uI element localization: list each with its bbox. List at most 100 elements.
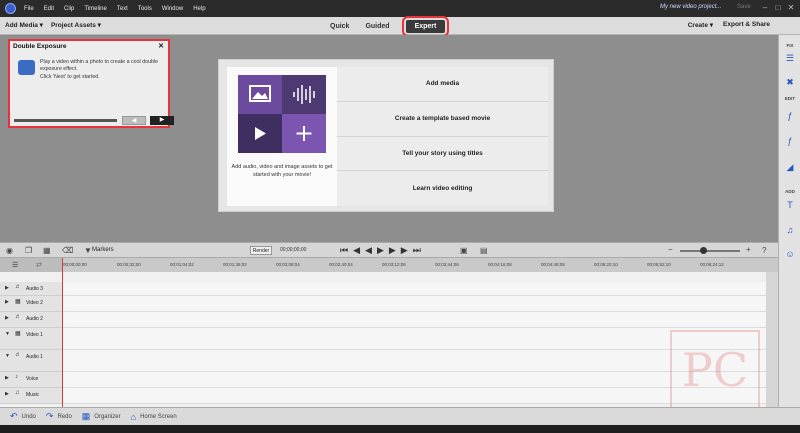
expand-arrow-icon[interactable]: ▶ (5, 285, 9, 291)
track-lane[interactable] (62, 282, 766, 296)
popup-prev-button[interactable]: ◀ (122, 116, 146, 125)
track-header-voice[interactable]: ▶ ♪ Voice (0, 372, 62, 388)
markers-label[interactable]: Markers (92, 247, 114, 253)
film-icon[interactable]: ▦ (15, 330, 21, 337)
go-to-end-icon[interactable]: ⏭ (413, 245, 421, 256)
fullscreen-icon[interactable]: ▤ (480, 246, 488, 255)
copy-icon[interactable]: ❐ (25, 246, 32, 255)
redo-button[interactable]: ↷ Redo (46, 411, 72, 422)
menu-edit[interactable]: Edit (44, 6, 54, 12)
monitor-icon[interactable]: ▣ (460, 246, 468, 255)
expand-arrow-icon[interactable]: ▶ (5, 391, 9, 397)
zoom-out-icon[interactable]: − (668, 245, 673, 254)
film-icon[interactable]: ▦ (15, 298, 21, 305)
playhead[interactable] (62, 258, 63, 407)
track-header-video-1[interactable]: ▼ ▦ Video 1 (0, 328, 62, 350)
timeline-scrollbar[interactable] (766, 272, 778, 407)
right-panel: FIX ☰ ✖ EDIT ƒ ƒ ◢ ADD T ♫ ☺ (778, 35, 800, 407)
menu-text[interactable]: Text (117, 6, 128, 12)
microphone-icon[interactable]: ♪ (15, 374, 18, 380)
zoom-slider[interactable] (680, 250, 740, 252)
transitions-icon[interactable]: ◢ (779, 162, 800, 173)
organizer-button[interactable]: ▦ Organizer (82, 411, 121, 422)
tools-icon[interactable]: ✖ (779, 77, 800, 88)
audio-options-icon[interactable]: ⇄ (36, 261, 42, 269)
next-frame-icon[interactable]: ▶ (401, 245, 408, 256)
save-button[interactable]: Save (737, 4, 751, 10)
maximize-icon[interactable]: □ (773, 3, 783, 13)
track-header-audio-3[interactable]: ▶ ♬ Audio 3 (0, 282, 62, 296)
help-icon[interactable]: ? (762, 246, 766, 255)
learn-editing-option[interactable]: Learn video editing (337, 171, 548, 206)
transport-controls: ⏮ ◀ ◀ ▶ ▶ ▶ ⏭ (340, 245, 426, 256)
track-lane[interactable] (62, 372, 766, 388)
create-button[interactable]: Create ▾ (688, 21, 713, 29)
ruler-tick: 00;06;24;12 (700, 262, 724, 267)
home-screen-button[interactable]: ⌂ Home Screen (131, 412, 177, 422)
tab-expert[interactable]: Expert (401, 15, 450, 37)
music-note-icon[interactable]: ♫ (15, 390, 20, 396)
zoom-in-icon[interactable]: + (746, 245, 751, 254)
track-header-video-2[interactable]: ▶ ▦ Video 2 (0, 296, 62, 312)
step-forward-icon[interactable]: ▶ (389, 245, 396, 256)
graphics-icon[interactable]: ☺ (779, 249, 800, 259)
collapse-arrow-icon[interactable]: ▼ (5, 353, 10, 359)
speaker-icon[interactable]: ♬ (15, 314, 21, 320)
effects-fx-icon[interactable]: ƒ (779, 136, 800, 146)
applied-effects-icon[interactable]: ƒ (779, 111, 800, 121)
ruler-tick: 00;01;36;02 (223, 262, 247, 267)
track-header-audio-2[interactable]: ▶ ♬ Audio 2 (0, 312, 62, 328)
track-lane[interactable] (62, 388, 766, 404)
tab-quick[interactable]: Quick (330, 23, 349, 30)
speaker-icon[interactable]: ♬ (15, 352, 21, 358)
add-media-option[interactable]: Add media (337, 67, 548, 102)
track-lane[interactable] (62, 312, 766, 328)
menu-clip[interactable]: Clip (64, 6, 74, 12)
tab-guided[interactable]: Guided (365, 23, 389, 30)
project-assets-button[interactable]: Project Assets ▾ (51, 21, 101, 29)
export-share-button[interactable]: Export & Share (723, 21, 770, 29)
expand-arrow-icon[interactable]: ▶ (5, 375, 9, 381)
expand-arrow-icon[interactable]: ▶ (5, 299, 9, 305)
collapse-arrow-icon[interactable]: ▼ (5, 331, 10, 337)
expand-arrow-icon[interactable]: ▶ (5, 315, 9, 321)
zoom-slider-knob[interactable] (700, 247, 707, 254)
grid-icon[interactable]: ▦ (43, 246, 51, 255)
step-back-icon[interactable]: ◀ (365, 245, 372, 256)
previous-frame-icon[interactable]: ◀ (353, 245, 360, 256)
close-icon[interactable]: ✕ (786, 3, 796, 13)
menu-timeline[interactable]: Timeline (84, 6, 106, 12)
speaker-icon[interactable]: ♬ (15, 284, 21, 290)
menu-file[interactable]: File (24, 6, 34, 12)
adjust-icon[interactable]: ☰ (779, 53, 800, 64)
minimize-icon[interactable]: – (760, 3, 770, 13)
track-label: Video 2 (26, 300, 43, 306)
popup-next-button[interactable]: ▶ (150, 116, 174, 125)
menu-tools[interactable]: Tools (138, 6, 152, 12)
add-media-button[interactable]: Add Media ▾ (5, 21, 43, 29)
render-button[interactable]: Render (250, 246, 272, 255)
track-label: Audio 1 (26, 354, 43, 360)
timeline-ruler[interactable]: ☰ ⇄ 00;00;00;00 00;00;32;00 00;01;04;02 … (0, 258, 778, 272)
story-titles-option[interactable]: Tell your story using titles (337, 136, 548, 172)
track-options-icon[interactable]: ☰ (12, 261, 18, 269)
track-header-audio-1[interactable]: ▼ ♬ Audio 1 (0, 350, 62, 372)
titles-text-icon[interactable]: T (779, 200, 800, 210)
markers-icon[interactable]: ▼ (84, 246, 92, 255)
music-icon[interactable]: ♫ (779, 225, 800, 235)
track-lane[interactable] (62, 328, 766, 350)
popup-instruction: Click 'Next' to get started. (40, 74, 100, 80)
camera-icon[interactable]: ◉ (6, 246, 13, 255)
undo-button[interactable]: ↶ Undo (10, 411, 36, 422)
popup-close-icon[interactable]: ✕ (158, 42, 164, 50)
organizer-label: Organizer (94, 413, 121, 420)
play-icon[interactable]: ▶ (377, 245, 384, 256)
menu-help[interactable]: Help (193, 6, 205, 12)
track-lane[interactable] (62, 296, 766, 312)
go-to-start-icon[interactable]: ⏮ (340, 245, 348, 256)
menu-window[interactable]: Window (162, 6, 183, 12)
delete-icon[interactable]: ⌫ (62, 246, 73, 255)
template-movie-option[interactable]: Create a template based movie (337, 101, 548, 137)
track-lane[interactable] (62, 350, 766, 372)
track-header-music[interactable]: ▶ ♫ Music (0, 388, 62, 404)
